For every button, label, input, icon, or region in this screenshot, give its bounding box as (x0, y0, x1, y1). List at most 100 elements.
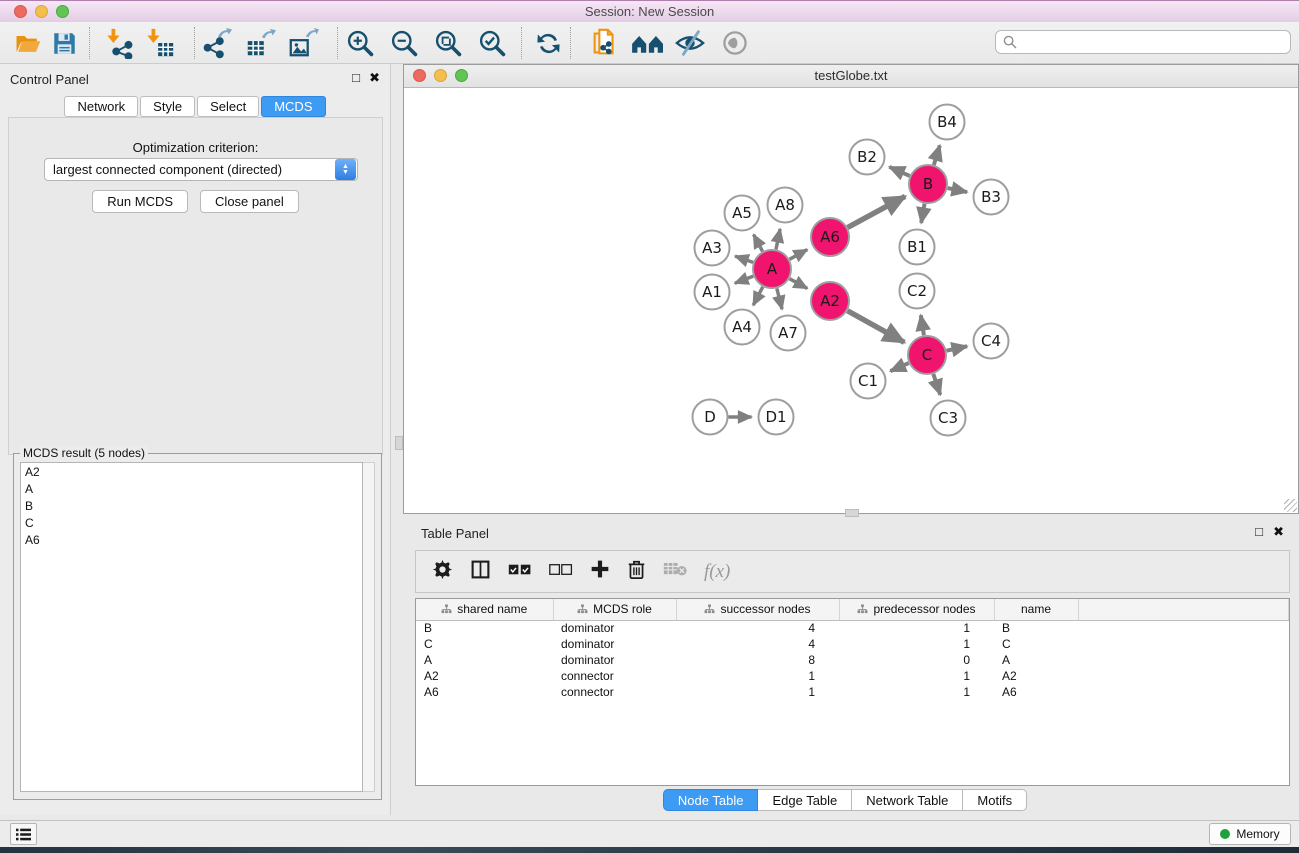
cell-shared_name[interactable]: B (416, 620, 553, 636)
cell-predecessor_nodes[interactable]: 1 (839, 636, 994, 652)
node-A6[interactable]: A6 (811, 218, 849, 256)
table-row[interactable]: Cdominator41C (416, 636, 1289, 652)
edge-C-C2[interactable] (921, 315, 924, 335)
tab-node-table[interactable]: Node Table (663, 789, 759, 811)
edge-A-A1[interactable] (735, 276, 753, 283)
tab-network[interactable]: Network (64, 96, 138, 117)
mcds-result-item[interactable]: C (21, 514, 362, 531)
save-session-button[interactable] (47, 26, 81, 60)
node-B2[interactable]: B2 (850, 140, 885, 175)
cell-predecessor_nodes[interactable]: 1 (839, 668, 994, 684)
node-C3[interactable]: C3 (931, 401, 966, 436)
show-panels-button[interactable] (10, 823, 37, 845)
search-input[interactable] (1022, 35, 1290, 49)
mcds-result-scrollbar[interactable] (363, 462, 375, 792)
mcds-result-list[interactable]: A2ABCA6 (20, 462, 363, 792)
node-A1[interactable]: A1 (695, 275, 730, 310)
edge-A6-B[interactable] (848, 196, 906, 227)
table-row[interactable]: Bdominator41B (416, 620, 1289, 636)
edge-A-A3[interactable] (735, 256, 753, 262)
cell-name[interactable]: A6 (994, 684, 1078, 700)
close-table-panel-icon[interactable]: ✖ (1273, 525, 1284, 539)
import-network-button[interactable] (103, 26, 137, 60)
close-panel-icon[interactable]: ✖ (369, 71, 380, 85)
vertical-split-handle[interactable] (395, 436, 403, 450)
node-A7[interactable]: A7 (771, 316, 806, 351)
delete-table-button[interactable] (663, 561, 687, 582)
cell-shared_name[interactable]: A (416, 652, 553, 668)
window-resize-grip[interactable] (1284, 499, 1297, 512)
tab-motifs[interactable]: Motifs (963, 789, 1027, 811)
node-A2[interactable]: A2 (811, 282, 849, 320)
cell-predecessor_nodes[interactable]: 0 (839, 652, 994, 668)
cell-shared_name[interactable]: C (416, 636, 553, 652)
cell-successor_nodes[interactable]: 4 (676, 636, 839, 652)
edge-A-A4[interactable] (753, 287, 763, 305)
edge-B-B3[interactable] (948, 188, 967, 192)
edge-B-B2[interactable] (889, 167, 909, 176)
zoom-in-button[interactable] (343, 26, 377, 60)
edge-C-C1[interactable] (890, 363, 908, 371)
first-neighbors-button[interactable] (628, 26, 668, 60)
cell-name[interactable]: A2 (994, 668, 1078, 684)
cell-predecessor_nodes[interactable]: 1 (839, 620, 994, 636)
cell-mcds_role[interactable]: dominator (553, 652, 676, 668)
mcds-result-item[interactable]: A6 (21, 531, 362, 548)
cell-shared_name[interactable]: A6 (416, 684, 553, 700)
memory-button[interactable]: Memory (1209, 823, 1291, 845)
node-C1[interactable]: C1 (851, 364, 886, 399)
close-window-button[interactable] (14, 5, 27, 18)
tab-edge-table[interactable]: Edge Table (758, 789, 852, 811)
delete-column-button[interactable] (627, 559, 646, 585)
edge-A2-C[interactable] (847, 311, 904, 343)
edge-C-C3[interactable] (933, 374, 940, 395)
function-builder-button[interactable]: f(x) (704, 561, 730, 583)
zoom-selected-button[interactable] (475, 26, 509, 60)
duplicate-network-button[interactable] (588, 26, 622, 60)
mcds-result-item[interactable]: A2 (21, 463, 362, 480)
tab-mcds[interactable]: MCDS (261, 96, 325, 117)
column-header-MCDS-role[interactable]: MCDS role (553, 599, 676, 620)
column-header-shared-name[interactable]: shared name (416, 599, 553, 620)
table-row[interactable]: A6connector11A6 (416, 684, 1289, 700)
node-A5[interactable]: A5 (725, 196, 760, 231)
cell-shared_name[interactable]: A2 (416, 668, 553, 684)
edge-A-A8[interactable] (776, 229, 780, 249)
node-A3[interactable]: A3 (695, 231, 730, 266)
cell-successor_nodes[interactable]: 4 (676, 620, 839, 636)
cell-successor_nodes[interactable]: 1 (676, 684, 839, 700)
cell-mcds_role[interactable]: dominator (553, 620, 676, 636)
zoom-out-button[interactable] (387, 26, 421, 60)
node-D1[interactable]: D1 (759, 400, 794, 435)
edge-B-B1[interactable] (921, 204, 924, 223)
mcds-result-item[interactable]: B (21, 497, 362, 514)
show-all-button[interactable] (718, 26, 752, 60)
edge-A-A6[interactable] (790, 250, 808, 260)
criterion-dropdown[interactable]: largest connected component (directed) ▲… (44, 158, 358, 181)
search-box[interactable] (995, 30, 1291, 54)
cell-mcds_role[interactable]: connector (553, 684, 676, 700)
float-panel-icon[interactable]: □ (352, 71, 360, 85)
minimize-window-button[interactable] (35, 5, 48, 18)
network-zoom-button[interactable] (455, 69, 468, 82)
cell-mcds_role[interactable]: connector (553, 668, 676, 684)
cell-mcds_role[interactable]: dominator (553, 636, 676, 652)
table-row[interactable]: A2connector11A2 (416, 668, 1289, 684)
open-session-button[interactable] (11, 26, 45, 60)
deselect-all-button[interactable] (549, 562, 573, 582)
cell-successor_nodes[interactable]: 8 (676, 652, 839, 668)
export-table-button[interactable] (243, 26, 277, 60)
float-table-panel-icon[interactable]: □ (1255, 525, 1263, 539)
network-window-titlebar[interactable]: testGlobe.txt (404, 65, 1298, 88)
cell-name[interactable]: B (994, 620, 1078, 636)
node-table[interactable]: shared nameMCDS rolesuccessor nodesprede… (415, 598, 1290, 786)
export-network-button[interactable] (200, 26, 234, 60)
node-B4[interactable]: B4 (930, 105, 965, 140)
node-A4[interactable]: A4 (725, 310, 760, 345)
edge-A-A7[interactable] (777, 288, 782, 309)
close-panel-button[interactable]: Close panel (200, 190, 299, 213)
cell-name[interactable]: C (994, 636, 1078, 652)
network-close-button[interactable] (413, 69, 426, 82)
node-C2[interactable]: C2 (900, 274, 935, 309)
node-C4[interactable]: C4 (974, 324, 1009, 359)
